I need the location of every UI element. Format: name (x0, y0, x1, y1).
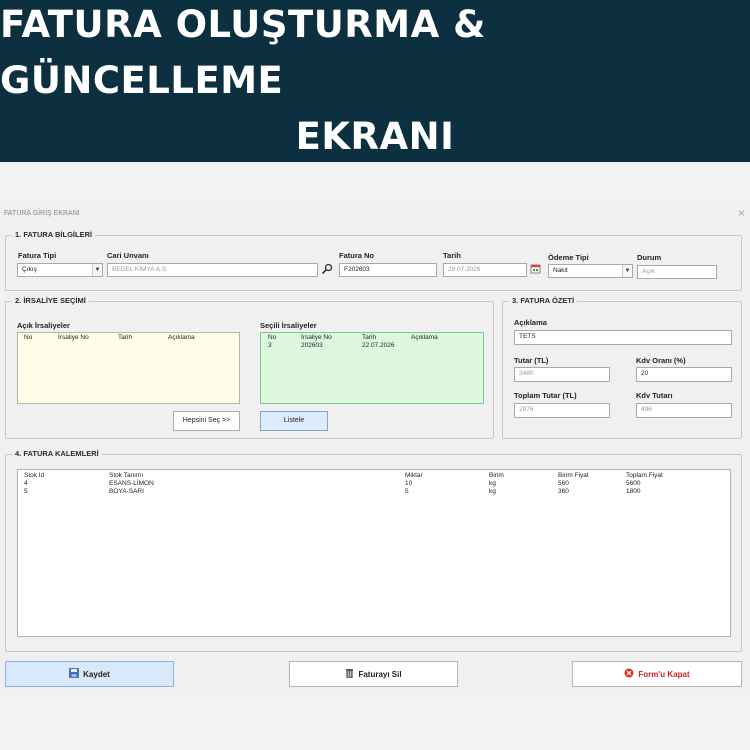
kdv-tutari-label: Kdv Tutarı (636, 391, 673, 400)
fatura-tipi-value: Çıkış (22, 266, 37, 273)
durum-label: Durum (637, 253, 662, 262)
selected-row-no: 3 (268, 342, 272, 349)
cell-miktar: 5 (405, 488, 409, 495)
selected-row-tarih: 22.07.2026 (362, 342, 395, 349)
column-header-tarih: Tarih (118, 334, 133, 341)
list-item[interactable]: 3 202603 22.07.2026 (261, 342, 483, 350)
kdv-tutari-field[interactable]: 496 (636, 403, 732, 418)
open-irsaliye-list[interactable]: No İrsaliye No Tarih Açıklama (17, 332, 240, 404)
fatura-no-label: Fatura No (339, 251, 375, 260)
cell-birim-fiyat: 360 (558, 488, 569, 495)
irsaliye-legend: 2. İRSALİYE SEÇİMİ (12, 296, 89, 305)
column-header-toplam-fiyat: Toplam Fiyat (626, 472, 663, 479)
trash-icon (345, 668, 354, 680)
column-header-birim: Birim (489, 472, 504, 479)
aciklama-field[interactable]: TETS (514, 330, 732, 345)
tutar-field[interactable]: 2480 (514, 367, 610, 382)
fatura-no-field[interactable]: F202603 (339, 263, 437, 277)
chevron-down-icon[interactable]: ▼ (622, 265, 632, 277)
kdv-orani-field[interactable]: 20 (636, 367, 732, 382)
list-header: No İrsaliye No Tarih Açıklama (261, 334, 483, 342)
selected-irsaliye-label: Seçili İrsaliyeler (260, 321, 317, 330)
window-close-icon[interactable]: × (738, 206, 745, 220)
delete-label: Faturayı Sil (358, 669, 402, 679)
cari-unvani-label: Cari Unvanı (107, 251, 149, 260)
cell-stok-id: 4 (24, 480, 28, 487)
items-header: Stok Id Stok Tanımı Miktar Birim Birim F… (18, 472, 730, 480)
invoice-window: FATURA GİRİŞ EKRANI × 1. FATURA BİLGİLER… (0, 205, 750, 697)
cell-stok-tanimi: BOYA-SARI (109, 488, 144, 495)
invoice-info-legend: 1. FATURA BİLGİLERİ (12, 230, 96, 239)
items-list[interactable]: Stok Id Stok Tanımı Miktar Birim Birim F… (17, 469, 731, 637)
cell-stok-id: 5 (24, 488, 28, 495)
aciklama-label: Açıklama (514, 318, 547, 327)
banner-title-line1: FATURA OLUŞTURMA & GÜNCELLEME (0, 3, 486, 102)
column-header-aciklama: Açıklama (168, 334, 195, 341)
cell-miktar: 10 (405, 480, 413, 487)
column-header-miktar: Miktar (405, 472, 423, 479)
selected-irsaliye-list[interactable]: No İrsaliye No Tarih Açıklama 3 202603 2… (260, 332, 484, 404)
save-button[interactable]: Kaydet (5, 661, 174, 687)
cell-birim: kg (489, 480, 496, 487)
cell-birim: kg (489, 488, 496, 495)
calendar-icon[interactable] (528, 263, 542, 277)
kdv-orani-label: Kdv Oranı (%) (636, 356, 686, 365)
cell-toplam-fiyat: 1800 (626, 488, 641, 495)
cari-unvani-field[interactable]: BEDEL KİMYA A.Ş. (107, 263, 318, 277)
toplam-tutar-label: Toplam Tutar (TL) (514, 391, 577, 400)
tarih-label: Tarih (443, 251, 461, 260)
open-irsaliye-label: Açık İrsaliyeler (17, 321, 70, 330)
cell-birim-fiyat: 560 (558, 480, 569, 487)
tutar-label: Tutar (TL) (514, 356, 549, 365)
odeme-tipi-label: Ödeme Tipi (548, 253, 589, 262)
table-row[interactable]: 4 ESANS-LİMON 10 kg 560 5600 (18, 480, 730, 488)
toplam-tutar-field[interactable]: 2976 (514, 403, 610, 418)
column-header-no: No (268, 334, 277, 341)
odeme-tipi-select[interactable]: Nakit ▼ (548, 264, 633, 278)
fatura-tipi-select[interactable]: Çıkış ▼ (17, 263, 103, 277)
select-all-button[interactable]: Hepsini Seç >> (173, 411, 240, 431)
list-button[interactable]: Listele (260, 411, 328, 431)
items-legend: 4. FATURA KALEMLERİ (12, 449, 102, 458)
selected-row-irsaliye-no: 202603 (301, 342, 323, 349)
save-icon (69, 668, 79, 680)
window-title: FATURA GİRİŞ EKRANI (4, 210, 80, 217)
summary-legend: 3. FATURA ÖZETİ (509, 296, 578, 305)
column-header-tarih: Tarih (362, 334, 377, 341)
close-form-label: Form'u Kapat (638, 669, 690, 679)
save-label: Kaydet (83, 669, 110, 679)
cell-stok-tanimi: ESANS-LİMON (109, 480, 154, 487)
fatura-tipi-label: Fatura Tipi (18, 251, 57, 260)
close-form-button[interactable]: Form'u Kapat (572, 661, 742, 687)
close-circle-icon (624, 668, 634, 680)
column-header-no: No (24, 334, 33, 341)
table-row[interactable]: 5 BOYA-SARI 5 kg 360 1800 (18, 488, 730, 496)
cell-toplam-fiyat: 5600 (626, 480, 641, 487)
column-header-stok-tanimi: Stok Tanımı (109, 472, 144, 479)
column-header-stok-id: Stok Id (24, 472, 45, 479)
header-banner: FATURA OLUŞTURMA & GÜNCELLEME EKRANI (0, 0, 750, 162)
list-header: No İrsaliye No Tarih Açıklama (18, 334, 239, 342)
banner-title-line2: EKRANI (295, 115, 455, 158)
durum-field[interactable]: Açık (637, 265, 717, 279)
column-header-irsaliye-no: İrsaliye No (58, 334, 89, 341)
column-header-irsaliye-no: İrsaliye No (301, 334, 332, 341)
delete-invoice-button[interactable]: Faturayı Sil (289, 661, 458, 687)
column-header-birim-fiyat: Birim Fiyat (558, 472, 589, 479)
chevron-down-icon[interactable]: ▼ (92, 264, 102, 276)
tarih-field[interactable]: 28.07.2026 (443, 263, 527, 277)
odeme-tipi-value: Nakit (553, 267, 568, 274)
search-icon[interactable] (320, 263, 334, 277)
column-header-aciklama: Açıklama (411, 334, 438, 341)
